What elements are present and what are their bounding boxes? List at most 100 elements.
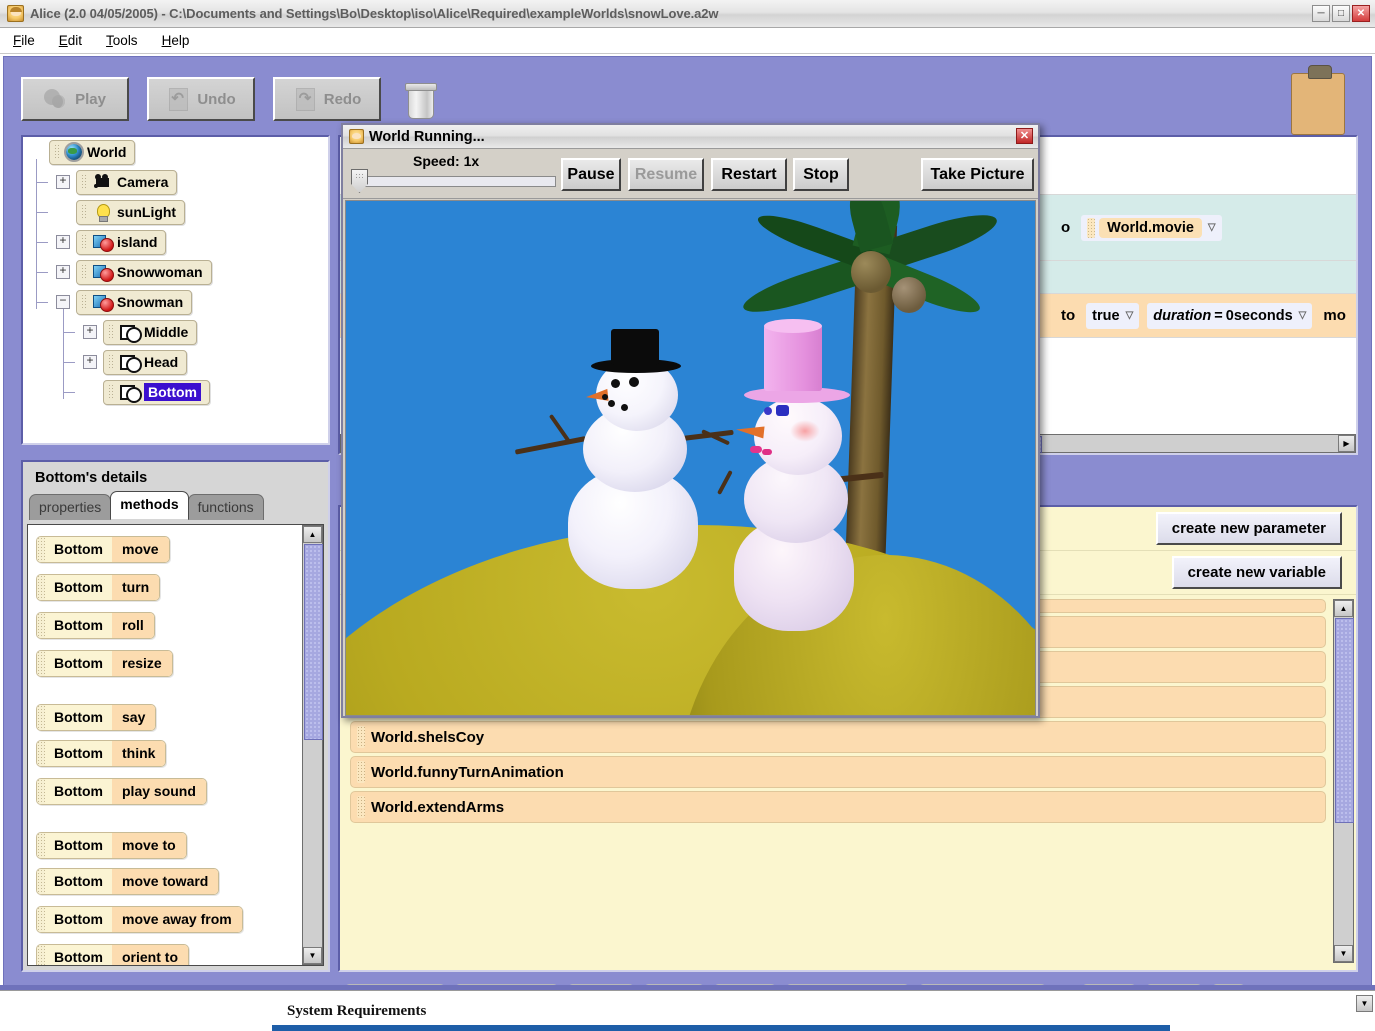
play-button[interactable]: Play bbox=[21, 77, 129, 121]
scroll-down-arrow[interactable]: ▼ bbox=[1334, 945, 1353, 962]
alice-application-window: Alice (2.0 04/05/2005) - C:\Documents an… bbox=[0, 0, 1375, 1031]
tree-tile[interactable]: Head bbox=[103, 349, 188, 375]
create-new-variable-button[interactable]: create new variable bbox=[1171, 556, 1342, 589]
expand-icon[interactable]: + bbox=[56, 175, 70, 189]
maximize-button[interactable]: □ bbox=[1332, 5, 1350, 22]
tab-methods[interactable]: methods bbox=[110, 491, 189, 519]
method-row[interactable]: Bottom roll bbox=[28, 606, 304, 644]
method-row[interactable]: Bottom turn bbox=[28, 568, 304, 606]
minimize-button[interactable]: ─ bbox=[1312, 5, 1330, 22]
tree-connector bbox=[63, 309, 64, 339]
tree-tile[interactable]: Bottom bbox=[103, 379, 210, 405]
method-tile[interactable]: Bottom move away from bbox=[36, 905, 243, 933]
scroll-down-arrow[interactable]: ▼ bbox=[303, 947, 322, 964]
dialog-close-button[interactable]: ✕ bbox=[1016, 128, 1033, 144]
browser-scroll-down-arrow[interactable]: ▼ bbox=[1356, 995, 1373, 1012]
close-button[interactable]: ✕ bbox=[1352, 5, 1370, 22]
tree-item-bottom[interactable]: Bottom bbox=[23, 369, 328, 407]
tree-connector bbox=[36, 219, 37, 249]
create-new-parameter-button[interactable]: create new parameter bbox=[1155, 512, 1342, 545]
code-row-method-call[interactable]: World.shelsCoy bbox=[350, 721, 1326, 753]
tile-grip-icon bbox=[37, 906, 45, 932]
tree-item-island[interactable]: + island bbox=[23, 219, 328, 257]
method-tile[interactable]: Bottom think bbox=[36, 739, 167, 767]
method-tile[interactable]: Bottom say bbox=[36, 704, 157, 731]
menu-file[interactable]: File bbox=[10, 31, 38, 50]
method-object-label: Bottom bbox=[45, 906, 112, 932]
code-row-method-call[interactable]: World.extendArms bbox=[350, 791, 1326, 823]
param-boolean-label: true bbox=[1092, 307, 1120, 324]
menu-help[interactable]: Help bbox=[159, 31, 193, 50]
expand-icon[interactable]: + bbox=[56, 265, 70, 279]
code-vertical-scrollbar[interactable]: ▲ ▼ bbox=[1333, 599, 1354, 963]
pause-button[interactable]: Pause bbox=[561, 158, 621, 191]
expand-icon[interactable]: + bbox=[56, 235, 70, 249]
tree-item-camera[interactable]: + Camera bbox=[23, 159, 328, 197]
restart-button[interactable]: Restart bbox=[711, 158, 787, 191]
tree-tile[interactable]: Snowman bbox=[76, 289, 193, 315]
collapse-icon[interactable]: − bbox=[56, 295, 70, 309]
code-scroll-thumb[interactable] bbox=[1335, 618, 1354, 823]
tab-functions[interactable]: functions bbox=[187, 494, 264, 520]
tree-item-middle[interactable]: + Middle bbox=[23, 309, 328, 347]
scroll-up-arrow[interactable]: ▲ bbox=[1334, 600, 1353, 617]
method-tile[interactable]: Bottom move to bbox=[36, 832, 187, 859]
method-tile[interactable]: Bottom move bbox=[36, 535, 170, 563]
tree-tile[interactable]: Camera bbox=[76, 169, 178, 195]
method-row[interactable]: Bottom resize bbox=[28, 644, 304, 682]
method-tile[interactable]: Bottom resize bbox=[36, 649, 173, 677]
method-action-label: move to bbox=[112, 833, 186, 858]
tree-tile[interactable]: Middle bbox=[103, 319, 198, 345]
method-row[interactable]: Bottom think bbox=[28, 734, 304, 772]
clipboard-icon[interactable] bbox=[1291, 65, 1345, 135]
expand-icon[interactable]: + bbox=[83, 325, 97, 339]
tree-tile[interactable]: Snowwoman bbox=[76, 259, 212, 285]
method-row[interactable]: Bottom move away from bbox=[28, 900, 304, 938]
expand-icon[interactable]: + bbox=[83, 355, 97, 369]
undo-icon bbox=[166, 88, 190, 111]
tree-item-world[interactable]: World bbox=[23, 137, 328, 167]
method-row[interactable]: Bottom say bbox=[28, 682, 304, 734]
tile-grip-icon bbox=[81, 204, 88, 220]
speed-slider-track[interactable] bbox=[361, 176, 556, 187]
method-row[interactable]: Bottom orient to bbox=[28, 938, 304, 965]
details-vertical-scrollbar[interactable]: ▲ ▼ bbox=[302, 525, 323, 965]
tree-item-snowman[interactable]: − Snowman bbox=[23, 279, 328, 317]
menu-tools[interactable]: Tools bbox=[103, 31, 141, 50]
tree-tile[interactable]: sunLight bbox=[76, 199, 186, 225]
trash-can-icon[interactable] bbox=[405, 81, 437, 119]
redo-button[interactable]: Redo bbox=[273, 77, 381, 121]
tree-item-sunlight[interactable]: sunLight bbox=[23, 189, 328, 227]
method-row[interactable]: Bottom move bbox=[28, 530, 304, 568]
param-boolean-value[interactable]: true ▽ bbox=[1086, 302, 1140, 329]
scroll-right-arrow[interactable]: ▶ bbox=[1338, 435, 1355, 452]
chevron-down-icon[interactable]: ▽ bbox=[1126, 310, 1134, 321]
duration-parameter[interactable]: duration = 0 seconds ▽ bbox=[1147, 302, 1313, 329]
stop-button[interactable]: Stop bbox=[793, 158, 849, 191]
method-tile[interactable]: Bottom move toward bbox=[36, 867, 220, 895]
tree-item-label: World bbox=[87, 144, 127, 160]
method-row[interactable]: Bottom play sound bbox=[28, 772, 304, 810]
method-row[interactable]: Bottom move to bbox=[28, 810, 304, 862]
undo-button[interactable]: Undo bbox=[147, 77, 255, 121]
code-row-method-call[interactable]: World.funnyTurnAnimation bbox=[350, 756, 1326, 788]
method-tile[interactable]: Bottom orient to bbox=[36, 943, 189, 965]
scroll-up-arrow[interactable]: ▲ bbox=[303, 526, 322, 543]
world-3d-viewport[interactable] bbox=[345, 200, 1036, 716]
tree-item-head[interactable]: + Head bbox=[23, 339, 328, 377]
chevron-down-icon[interactable]: ▽ bbox=[1208, 222, 1216, 233]
method-row[interactable]: Bottom move toward bbox=[28, 862, 304, 900]
details-scroll-thumb[interactable] bbox=[304, 544, 323, 740]
take-picture-button[interactable]: Take Picture bbox=[921, 158, 1034, 191]
tree-tile[interactable]: World bbox=[49, 139, 136, 165]
speed-slider-handle[interactable] bbox=[351, 169, 368, 193]
method-tile[interactable]: Bottom turn bbox=[36, 573, 161, 601]
tab-properties[interactable]: properties bbox=[29, 494, 112, 520]
chevron-down-icon[interactable]: ▽ bbox=[1299, 310, 1307, 321]
event-method-pill[interactable]: World.movie ▽ bbox=[1081, 214, 1222, 241]
tree-tile[interactable]: island bbox=[76, 229, 167, 255]
method-tile[interactable]: Bottom play sound bbox=[36, 777, 207, 805]
tree-item-snowwoman[interactable]: + Snowwoman bbox=[23, 249, 328, 287]
method-tile[interactable]: Bottom roll bbox=[36, 611, 155, 639]
menu-edit[interactable]: Edit bbox=[56, 31, 85, 50]
